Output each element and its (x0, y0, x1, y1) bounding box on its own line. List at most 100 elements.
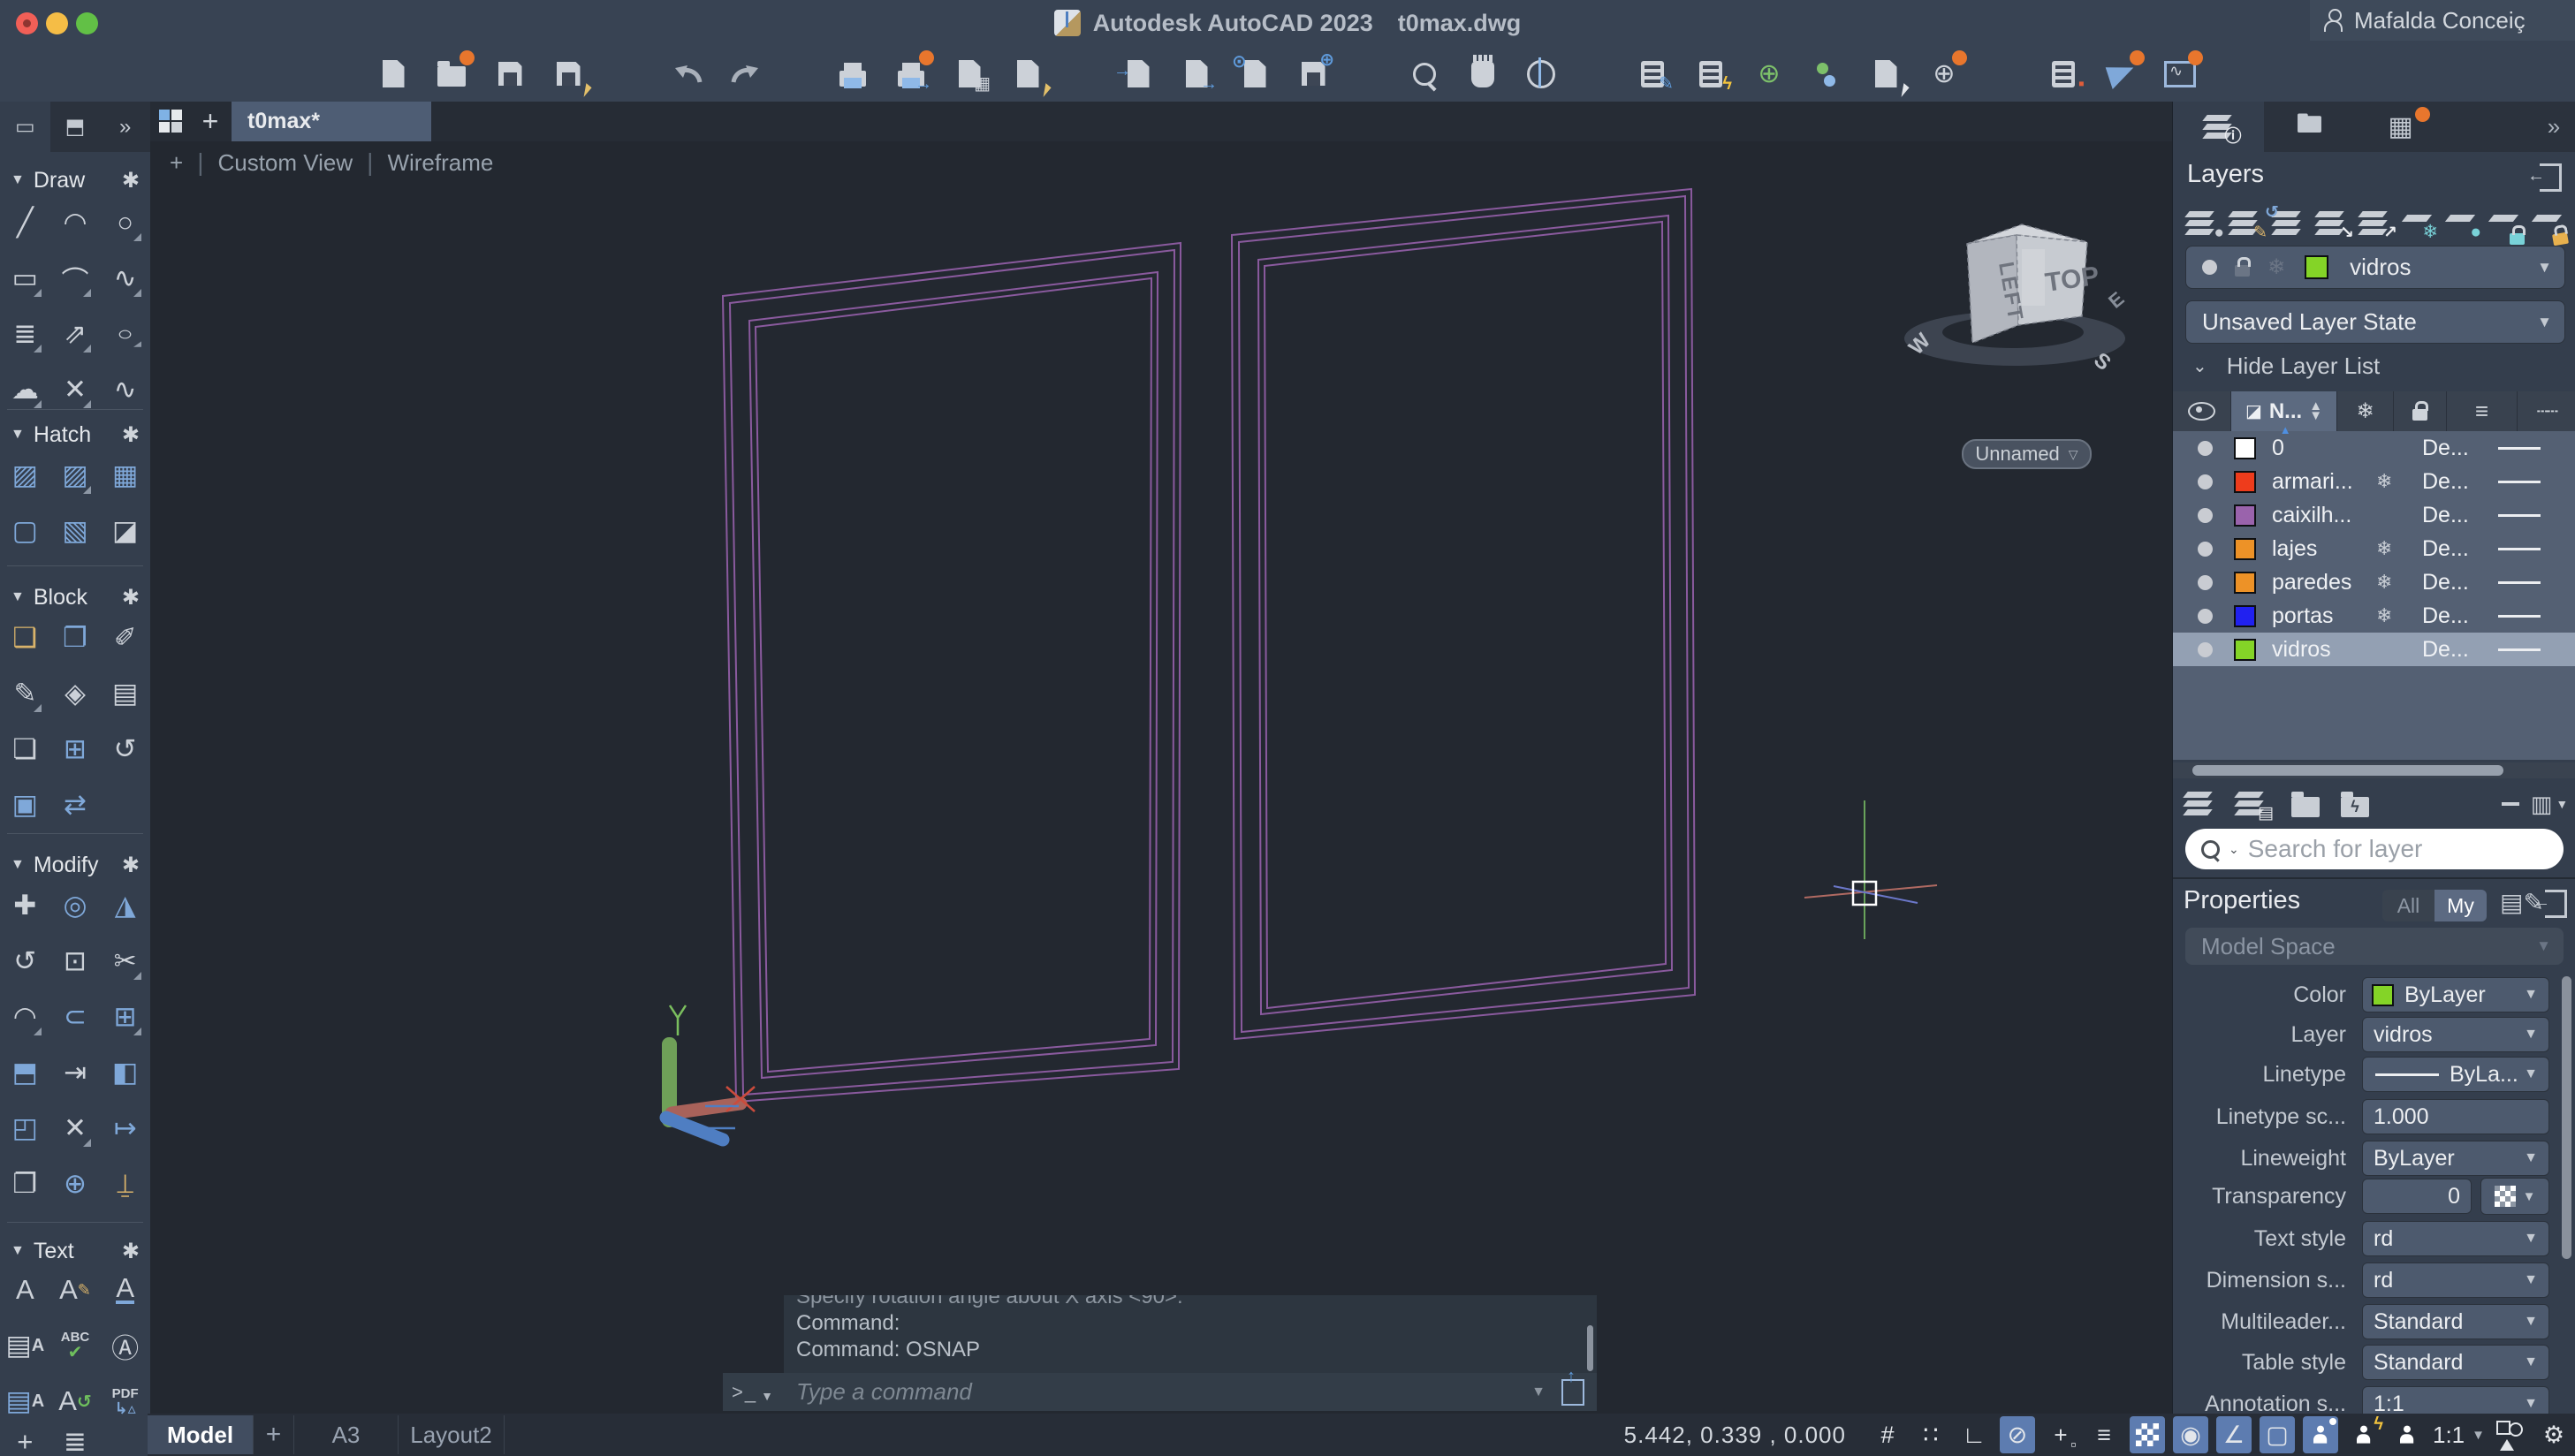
freeze-icon[interactable]: ❄ (2376, 571, 2403, 594)
layer-make-current-icon[interactable]: ● (2182, 206, 2224, 241)
align-tool[interactable]: ↦ (100, 1106, 150, 1150)
layer-lineweight[interactable]: De... (2422, 503, 2488, 528)
spell-check-tool[interactable]: ABC ✔ (50, 1323, 101, 1368)
layer-color-swatch[interactable] (2234, 436, 2256, 459)
viewport-style-control[interactable]: Wireframe (387, 149, 493, 177)
transparency-dropdown[interactable]: ▼ (2480, 1178, 2549, 1215)
current-layer-dropdown[interactable]: ❄ vidros ▼ (2185, 246, 2565, 289)
open-folder-icon[interactable] (2286, 786, 2325, 822)
layer-color-swatch[interactable] (2234, 571, 2256, 594)
open-file-icon[interactable] (434, 49, 475, 95)
block-attribute-manager-tool[interactable]: ▤ (100, 671, 150, 716)
select-similar-tool[interactable]: ⊡ (50, 939, 101, 983)
batch-plot-icon[interactable]: → (893, 49, 934, 95)
attach-reference-icon[interactable]: ⊙ (1232, 52, 1272, 95)
measure-tool[interactable]: ⇗ (50, 312, 101, 356)
multiline-tool[interactable]: ≣ (0, 312, 50, 356)
insert-block-tool[interactable]: ❑ (0, 616, 50, 660)
layer-linetype-preview[interactable] (2498, 648, 2541, 651)
workspace-shapes-icon[interactable] (2493, 1416, 2528, 1453)
layer-row[interactable]: 0 De... (2173, 431, 2575, 465)
layer-isolate-icon[interactable]: ↘ (2312, 206, 2354, 241)
freeze-icon[interactable]: ❄ (2376, 470, 2403, 493)
tool-list-icon[interactable]: ≣ (50, 1420, 101, 1456)
palette-overflow-icon[interactable]: » (2532, 102, 2575, 152)
angle-snap-icon[interactable]: ∠ (2215, 1416, 2252, 1453)
layer-on-icon[interactable] (2198, 440, 2213, 456)
layer-list-hscrollbar[interactable] (2173, 762, 2575, 778)
selection-cycling-icon[interactable]: ◉ (2172, 1416, 2208, 1453)
color-dropdown[interactable]: ByLayer ▼ (2362, 977, 2549, 1012)
hatch-region-tool[interactable]: ▧ (50, 509, 101, 553)
command-share-icon[interactable] (1561, 1367, 1584, 1406)
tab-layers[interactable]: ⓘ (2173, 102, 2264, 152)
section-settings-icon[interactable]: ✱ (122, 168, 140, 193)
transparency-toggle-icon[interactable] (2129, 1416, 2165, 1453)
layer-on-icon[interactable] (2198, 608, 2213, 624)
signed-in-user[interactable]: Mafalda Conceiç (2310, 0, 2575, 41)
column-visibility[interactable] (2173, 391, 2231, 431)
zoom-window-icon[interactable] (1407, 54, 1442, 95)
layer-color-swatch[interactable] (2234, 537, 2256, 560)
layer-linetype-preview[interactable] (2498, 580, 2541, 584)
layer-row-selected[interactable]: vidros De... (2173, 633, 2575, 666)
define-block-tool[interactable]: ⊞ (50, 727, 101, 771)
scale-tool[interactable]: ◧ (100, 1050, 150, 1095)
annotation-scale-dropdown[interactable]: 1:1 ▼ (2362, 1386, 2549, 1414)
new-drawing-tab-button[interactable]: + (193, 102, 228, 141)
layer-linetype-preview[interactable] (2498, 547, 2541, 550)
layer-freeze-icon[interactable]: ❄ (2398, 206, 2438, 241)
viewport-add-control[interactable]: + (170, 149, 183, 177)
layer-color-swatch[interactable] (2234, 470, 2256, 493)
block-section-header[interactable]: ▼ Block ✱ (0, 580, 150, 614)
layer-color-swatch[interactable] (2234, 638, 2256, 661)
hatch-section-header[interactable]: ▼ Hatch ✱ (0, 418, 150, 451)
drawing-canvas[interactable]: W S E LEFT TOP + | Custom View | Wirefra… (150, 141, 2172, 1414)
annotation-visibility-icon[interactable] (2302, 1416, 2338, 1453)
share-drawing-icon[interactable] (2104, 49, 2145, 95)
folder-flash-icon[interactable]: ϟ (2336, 786, 2374, 822)
text-style-dropdown[interactable]: rd ▼ (2362, 1221, 2549, 1256)
layer-linetype-preview[interactable] (2498, 513, 2541, 517)
attribute-tag-tool[interactable]: ◈ (50, 671, 101, 716)
layer-row[interactable]: lajes ❄ De... (2173, 532, 2575, 565)
move-tool[interactable]: ✚ (0, 883, 50, 928)
layer-row[interactable]: caixilh... De... (2173, 498, 2575, 532)
multiline-text-tool[interactable]: ▤ A (0, 1323, 50, 1368)
layout-grid-icon[interactable] (159, 110, 182, 133)
trim-tool[interactable]: ✂ (100, 939, 150, 983)
freehand-tool[interactable]: ∿ (100, 368, 150, 412)
match-properties-tool[interactable]: ⊕ (50, 1162, 101, 1206)
page-setup-icon[interactable]: ▦ (952, 54, 991, 95)
lineweight-dropdown[interactable]: ByLayer ▼ (2362, 1141, 2549, 1176)
filter-my-button[interactable]: My (2434, 890, 2487, 921)
redo-icon[interactable] (728, 54, 763, 95)
layer-on-icon[interactable] (2198, 541, 2213, 557)
tab-a3[interactable]: A3 (294, 1415, 399, 1454)
filter-all-button[interactable]: All (2382, 890, 2434, 921)
tab-model[interactable]: Model (148, 1415, 254, 1454)
layer-on-icon[interactable] (2198, 507, 2213, 523)
polar-tracking-icon[interactable]: ⊘ (1999, 1416, 2035, 1453)
new-layer-icon[interactable] (2180, 786, 2219, 822)
sync-attributes-tool[interactable]: ↺ (100, 727, 150, 771)
line-tool[interactable]: ╱ (0, 201, 50, 245)
add-tool-icon[interactable]: + (0, 1420, 50, 1456)
space-dropdown[interactable]: Model Space ▼ (2185, 928, 2564, 965)
pdf-import-text-tool[interactable]: PDF ↳▵ (100, 1379, 150, 1423)
isolate-objects-icon[interactable]: ▢ (2259, 1416, 2295, 1453)
orbit-icon[interactable] (1523, 54, 1559, 95)
layer-lineweight[interactable]: De... (2422, 570, 2488, 595)
layer-lineweight[interactable]: De... (2422, 637, 2488, 663)
layer-unisolate-icon[interactable]: ↗ (2355, 206, 2397, 241)
array-tool[interactable]: ⊞ (100, 995, 150, 1039)
measure-icon[interactable]: ⊕ (1926, 49, 1967, 95)
ortho-toggle-icon[interactable]: ∟ (1956, 1416, 1992, 1453)
command-history-toggle-icon[interactable]: ▼ (1531, 1384, 1546, 1400)
layer-on-icon[interactable] (2198, 641, 2213, 657)
undo-icon[interactable] (670, 54, 705, 95)
layer-linetype-preview[interactable] (2498, 446, 2541, 450)
section-settings-icon[interactable]: ✱ (122, 853, 140, 878)
grid-toggle-icon[interactable]: # (1870, 1416, 1905, 1453)
mirror-tool[interactable]: ◮ (100, 883, 150, 928)
